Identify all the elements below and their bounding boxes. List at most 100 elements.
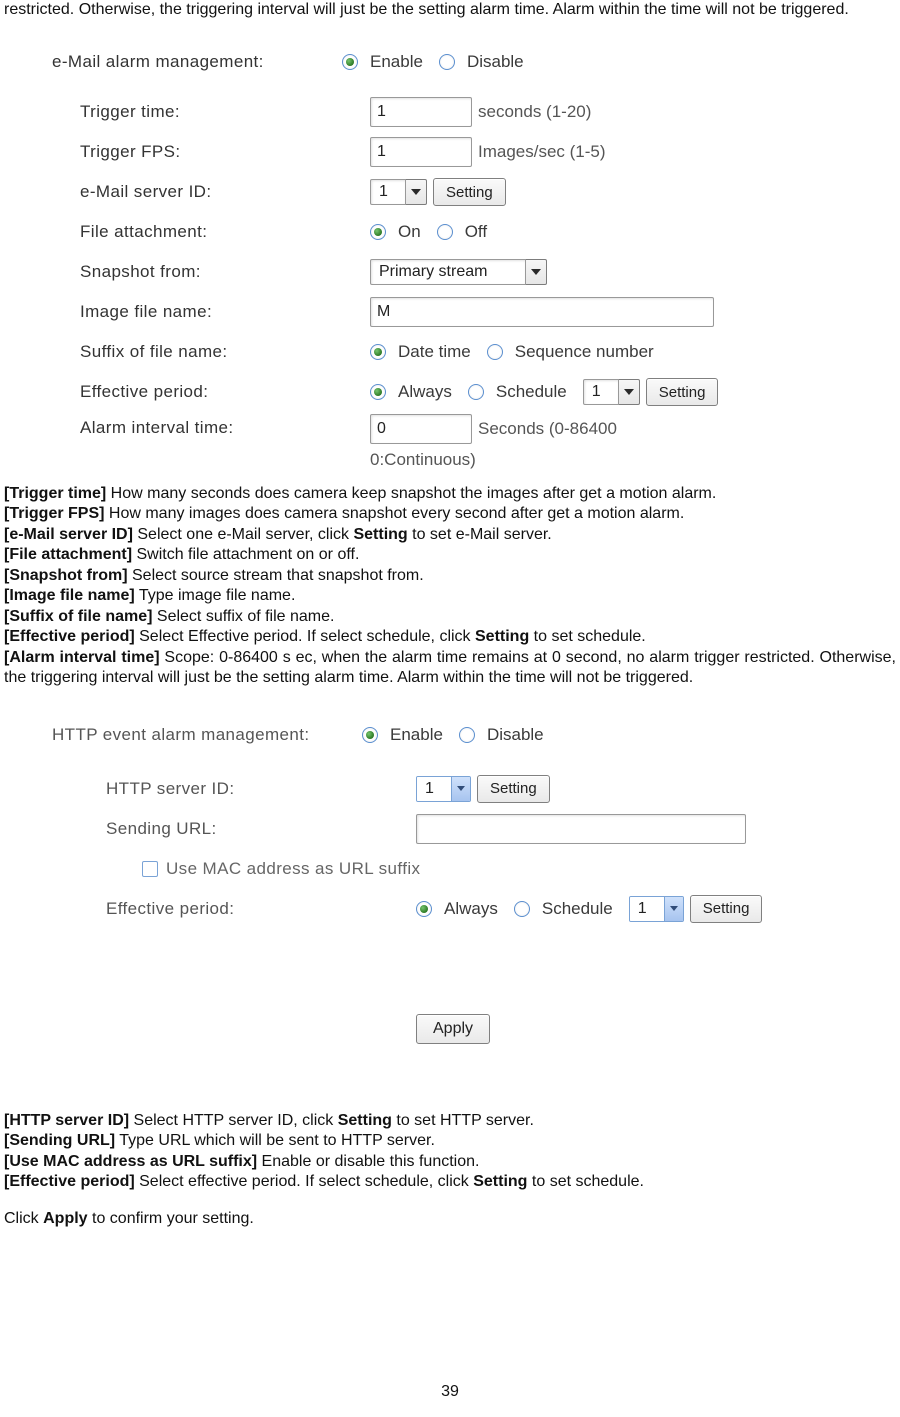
chevron-down-icon[interactable] [451, 777, 470, 801]
description-key: [Suffix of file name] [4, 608, 152, 625]
trigger-fps-input[interactable]: 1 [370, 137, 472, 167]
http-server-id-value: 1 [417, 777, 451, 801]
http-effective-schedule-radio[interactable] [514, 901, 530, 917]
description-text: How many seconds does camera keep snapsh… [106, 485, 716, 502]
description-bold: Setting [473, 1173, 527, 1190]
description-text-after: to set e-Mail server. [408, 526, 552, 543]
description-line: [Effective period] Select effective peri… [4, 1172, 896, 1192]
suffix-sequence-radio[interactable] [487, 344, 503, 360]
use-mac-checkbox[interactable] [142, 861, 158, 877]
alarm-interval-hint-line1: Seconds (0-86400 [478, 419, 617, 439]
http-enable-radio[interactable] [362, 727, 378, 743]
description-key: [Alarm interval time] [4, 649, 160, 666]
effective-schedule-value: 1 [583, 379, 619, 405]
file-attachment-off-radio[interactable] [437, 224, 453, 240]
description-line: [Snapshot from] Select source stream tha… [4, 566, 896, 586]
description-key: [e-Mail server ID] [4, 526, 133, 543]
description-line: [Sending URL] Type URL which will be sen… [4, 1131, 896, 1151]
closing-line: Click Apply to confirm your setting. [4, 1209, 896, 1229]
chevron-down-icon[interactable] [526, 259, 547, 285]
effective-schedule-select[interactable]: 1 [583, 379, 640, 405]
description-text: Select suffix of file name. [152, 608, 334, 625]
email-enable-radio[interactable] [342, 54, 358, 70]
apply-button[interactable]: Apply [416, 1014, 490, 1044]
description-text: How many images does camera snapshot eve… [104, 505, 684, 522]
trigger-time-input[interactable]: 1 [370, 97, 472, 127]
effective-schedule-radio[interactable] [468, 384, 484, 400]
file-attachment-on-label: On [398, 222, 421, 242]
http-descriptions: [HTTP server ID] Select HTTP server ID, … [4, 1111, 896, 1193]
image-file-name-label: Image file name: [52, 302, 370, 322]
chevron-down-icon[interactable] [664, 897, 683, 921]
description-text-after: to set schedule. [527, 1173, 644, 1190]
closing-pre: Click [4, 1210, 43, 1227]
suffix-datetime-label: Date time [398, 342, 471, 362]
http-server-id-select[interactable]: 1 [416, 776, 471, 802]
effective-period-label: Effective period: [52, 382, 370, 402]
description-key: [HTTP server ID] [4, 1112, 129, 1129]
http-effective-setting-button[interactable]: Setting [690, 895, 763, 923]
http-alarm-panel: HTTP event alarm management: Enable Disa… [52, 717, 868, 1047]
description-key: [File attachment] [4, 546, 132, 563]
http-effective-always-radio[interactable] [416, 901, 432, 917]
email-alarm-label: e-Mail alarm management: [52, 52, 342, 72]
suffix-datetime-radio[interactable] [370, 344, 386, 360]
email-server-id-value: 1 [370, 179, 406, 205]
sending-url-input[interactable] [416, 814, 746, 844]
description-line: [Alarm interval time] Scope: 0-86400 s e… [4, 648, 896, 689]
sending-url-label: Sending URL: [52, 819, 416, 839]
description-text: Switch file attachment on or off. [132, 546, 359, 563]
trigger-fps-hint: Images/sec (1-5) [478, 142, 606, 162]
file-attachment-off-label: Off [465, 222, 487, 242]
description-bold: Setting [338, 1112, 392, 1129]
description-key: [Image file name] [4, 587, 135, 604]
use-mac-label: Use MAC address as URL suffix [166, 859, 420, 879]
email-disable-radio[interactable] [439, 54, 455, 70]
trigger-fps-label: Trigger FPS: [52, 142, 370, 162]
email-server-setting-button[interactable]: Setting [433, 178, 506, 206]
snapshot-from-label: Snapshot from: [52, 262, 370, 282]
description-key: [Snapshot from] [4, 567, 128, 584]
description-text: Select Effective period. If select sched… [135, 628, 475, 645]
http-enable-label: Enable [390, 725, 443, 745]
description-key: [Sending URL] [4, 1132, 115, 1149]
http-effective-select[interactable]: 1 [629, 896, 684, 922]
email-server-id-select[interactable]: 1 [370, 179, 427, 205]
description-key: [Effective period] [4, 1173, 135, 1190]
http-disable-radio[interactable] [459, 727, 475, 743]
snapshot-from-select[interactable]: Primary stream [370, 259, 547, 285]
use-mac-cell: Use MAC address as URL suffix [52, 859, 420, 879]
chevron-down-icon[interactable] [619, 379, 640, 405]
description-text: Select source stream that snapshot from. [128, 567, 424, 584]
effective-schedule-setting-button[interactable]: Setting [646, 378, 719, 406]
description-key: [Effective period] [4, 628, 135, 645]
suffix-label: Suffix of file name: [52, 342, 370, 362]
description-line: [Image file name] Type image file name. [4, 586, 896, 606]
file-attachment-label: File attachment: [52, 222, 370, 242]
http-effective-value: 1 [630, 897, 664, 921]
trigger-time-hint: seconds (1-20) [478, 102, 591, 122]
description-text: Select effective period. If select sched… [135, 1173, 474, 1190]
description-line: [Use MAC address as URL suffix] Enable o… [4, 1152, 896, 1172]
description-key: [Trigger time] [4, 485, 106, 502]
image-file-name-input[interactable]: M [370, 297, 714, 327]
file-attachment-on-radio[interactable] [370, 224, 386, 240]
alarm-interval-input[interactable]: 0 [370, 414, 472, 444]
description-line: [Suffix of file name] Select suffix of f… [4, 607, 896, 627]
effective-always-radio[interactable] [370, 384, 386, 400]
http-effective-schedule-label: Schedule [542, 899, 613, 919]
description-key: [Trigger FPS] [4, 505, 104, 522]
email-server-id-label: e-Mail server ID: [52, 182, 370, 202]
description-line: [HTTP server ID] Select HTTP server ID, … [4, 1111, 896, 1131]
description-text: Type URL which will be sent to HTTP serv… [115, 1132, 435, 1149]
alarm-interval-label: Alarm interval time: [52, 414, 370, 438]
effective-always-label: Always [398, 382, 452, 402]
http-effective-always-label: Always [444, 899, 498, 919]
description-text: Select HTTP server ID, click [129, 1112, 338, 1129]
description-bold: Setting [475, 628, 529, 645]
description-line: [Trigger time] How many seconds does cam… [4, 484, 896, 504]
description-text-after: to set HTTP server. [392, 1112, 534, 1129]
http-server-setting-button[interactable]: Setting [477, 775, 550, 803]
trigger-time-label: Trigger time: [52, 102, 370, 122]
chevron-down-icon[interactable] [406, 179, 427, 205]
